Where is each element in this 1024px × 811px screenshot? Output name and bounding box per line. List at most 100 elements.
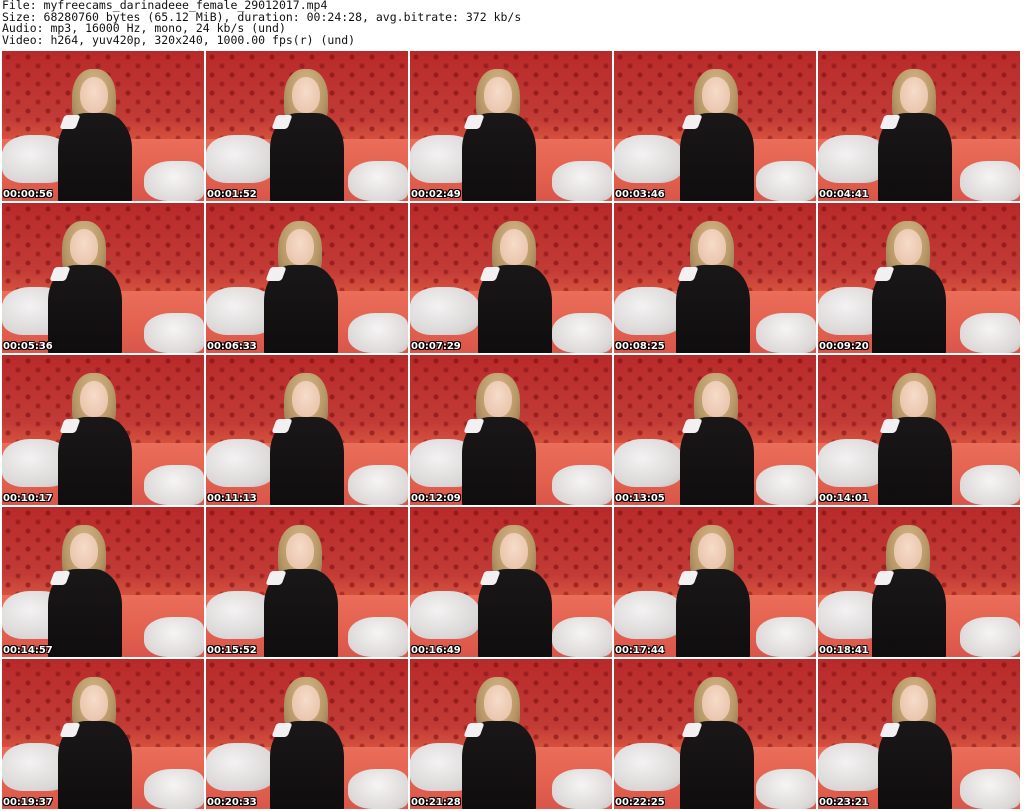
video-thumbnail[interactable]: 00:05:36 [2, 203, 204, 353]
person-face [292, 381, 320, 417]
video-thumbnail[interactable]: 00:23:21 [818, 659, 1020, 809]
video-thumbnail[interactable]: 00:08:25 [614, 203, 816, 353]
video-thumbnail[interactable]: 00:17:44 [614, 507, 816, 657]
person-figure [462, 507, 562, 657]
video-thumbnail[interactable]: 00:03:46 [614, 51, 816, 201]
video-thumbnail[interactable]: 00:20:33 [206, 659, 408, 809]
timestamp-label: 00:08:25 [615, 341, 665, 352]
person-figure [248, 507, 348, 657]
video-thumbnail[interactable]: 00:14:01 [818, 355, 1020, 505]
person-face [80, 381, 108, 417]
person-face [484, 77, 512, 113]
video-thumbnail[interactable]: 00:09:20 [818, 203, 1020, 353]
video-thumbnail[interactable]: 00:00:56 [2, 51, 204, 201]
timestamp-label: 00:21:28 [411, 797, 461, 808]
timestamp-label: 00:10:17 [3, 493, 53, 504]
person-face [70, 533, 98, 569]
timestamp-label: 00:23:21 [819, 797, 869, 808]
pillow-right [348, 161, 408, 201]
video-thumbnail[interactable]: 00:13:05 [614, 355, 816, 505]
person-figure [660, 203, 760, 353]
video-thumbnail[interactable]: 00:04:41 [818, 51, 1020, 201]
person-face [70, 229, 98, 265]
person-face [292, 77, 320, 113]
video-thumbnail[interactable]: 00:07:29 [410, 203, 612, 353]
video-thumbnail[interactable]: 00:15:52 [206, 507, 408, 657]
timestamp-label: 00:12:09 [411, 493, 461, 504]
person-face [894, 533, 922, 569]
pillow-right [960, 161, 1020, 201]
pillow-right [960, 617, 1020, 657]
timestamp-label: 00:02:49 [411, 189, 461, 200]
timestamp-label: 00:20:33 [207, 797, 257, 808]
timestamp-label: 00:13:05 [615, 493, 665, 504]
person-face [484, 685, 512, 721]
person-face [500, 533, 528, 569]
person-figure [862, 659, 962, 809]
pillow-right [348, 617, 408, 657]
pillow-right [144, 161, 204, 201]
video-thumbnail[interactable]: 00:10:17 [2, 355, 204, 505]
person-figure [862, 51, 962, 201]
person-figure [254, 355, 354, 505]
timestamp-label: 00:18:41 [819, 645, 869, 656]
person-figure [446, 355, 546, 505]
video-thumbnail[interactable]: 00:19:37 [2, 659, 204, 809]
timestamp-label: 00:04:41 [819, 189, 869, 200]
pillow-right [960, 769, 1020, 809]
timestamp-label: 00:14:57 [3, 645, 53, 656]
video-thumbnail[interactable]: 00:11:13 [206, 355, 408, 505]
person-figure [664, 659, 764, 809]
pillow-right [552, 465, 612, 505]
person-face [286, 533, 314, 569]
pillow-right [756, 161, 816, 201]
person-face [698, 229, 726, 265]
video-thumbnail[interactable]: 00:06:33 [206, 203, 408, 353]
pillow-right [144, 465, 204, 505]
timestamp-label: 00:11:13 [207, 493, 257, 504]
timestamp-label: 00:22:25 [615, 797, 665, 808]
person-figure [32, 507, 132, 657]
person-figure [862, 355, 962, 505]
file-info-header: File: myfreecams_darinadeee_female_29012… [2, 0, 521, 46]
person-figure [664, 355, 764, 505]
person-figure [856, 203, 956, 353]
video-thumbnail[interactable]: 00:21:28 [410, 659, 612, 809]
pillow-right [756, 313, 816, 353]
person-figure [248, 203, 348, 353]
pillow-right [960, 313, 1020, 353]
person-figure [446, 51, 546, 201]
person-face [702, 77, 730, 113]
pillow-right [756, 617, 816, 657]
person-figure [32, 203, 132, 353]
person-face [80, 77, 108, 113]
video-thumbnail[interactable]: 00:22:25 [614, 659, 816, 809]
video-thumbnail[interactable]: 00:14:57 [2, 507, 204, 657]
pillow-right [144, 617, 204, 657]
person-figure [660, 507, 760, 657]
timestamp-label: 00:03:46 [615, 189, 665, 200]
video-thumbnail[interactable]: 00:16:49 [410, 507, 612, 657]
person-figure [446, 659, 546, 809]
pillow-right [348, 769, 408, 809]
video-thumbnail[interactable]: 00:12:09 [410, 355, 612, 505]
person-face [484, 381, 512, 417]
pillow-right [756, 769, 816, 809]
thumbnail-grid: 00:00:56 00:01:52 00:02:49 00:03:46 00:04:41… [2, 51, 1022, 811]
person-face [500, 229, 528, 265]
video-thumbnail[interactable]: 00:01:52 [206, 51, 408, 201]
timestamp-label: 00:07:29 [411, 341, 461, 352]
pillow-right [348, 313, 408, 353]
video-thumbnail[interactable]: 00:18:41 [818, 507, 1020, 657]
timestamp-label: 00:15:52 [207, 645, 257, 656]
person-face [286, 229, 314, 265]
person-figure [42, 659, 142, 809]
pillow-right [960, 465, 1020, 505]
video-thumbnail[interactable]: 00:02:49 [410, 51, 612, 201]
timestamp-label: 00:06:33 [207, 341, 257, 352]
pillow-right [756, 465, 816, 505]
timestamp-label: 00:00:56 [3, 189, 53, 200]
pillow-right [552, 769, 612, 809]
person-figure [856, 507, 956, 657]
person-figure [42, 51, 142, 201]
